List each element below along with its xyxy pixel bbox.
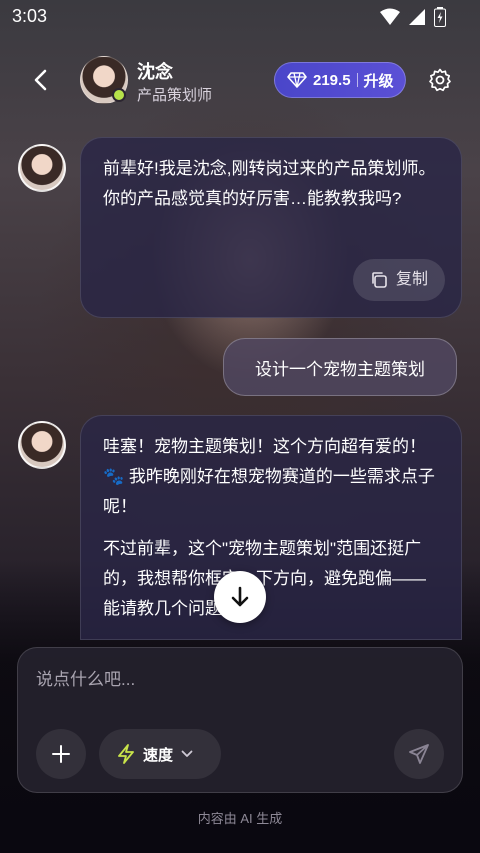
plus-icon <box>52 745 70 763</box>
signal-icon <box>409 9 425 25</box>
ai-message-bubble: 哇塞！宠物主题策划！这个方向超有爱的！🐾 我昨晚刚好在想宠物赛道的一些需求点子呢… <box>80 415 462 640</box>
user-message-bubble: 设计一个宠物主题策划 <box>223 338 457 396</box>
chevron-down-icon <box>181 750 193 757</box>
diamond-icon <box>287 72 307 88</box>
copy-button[interactable]: 复制 <box>353 259 445 301</box>
lightning-icon <box>118 744 134 764</box>
message-text: 设计一个宠物主题策划 <box>255 359 425 379</box>
coins-balance: 219.5 <box>313 71 351 89</box>
battery-icon <box>434 7 446 27</box>
message-paragraph: 不过前辈，这个"宠物主题策划"范围还挺广的，我想帮你框定一下方向，避免跑偏——能… <box>103 539 426 618</box>
status-time: 3:03 <box>12 6 48 26</box>
status-bar: 3:03 <box>0 0 480 34</box>
ai-message-bubble: 前辈好!我是沈念,刚转岗过来的产品策划师。你的产品感觉真的好厉害…能教教我吗? … <box>80 137 462 318</box>
message-text: 前辈好!我是沈念,刚转岗过来的产品策划师。你的产品感觉真的好厉害…能教教我吗? <box>103 159 436 208</box>
message-paragraph: 哇塞！宠物主题策划！这个方向超有爱的！🐾 我昨晚刚好在想宠物赛道的一些需求点子呢… <box>103 437 435 516</box>
chat-header: 沈念 产品策划师 219.5 升级 <box>0 44 480 116</box>
arrow-down-icon <box>231 586 249 607</box>
send-icon <box>409 744 429 764</box>
character-name: 沈念 <box>137 62 173 82</box>
upgrade-label: 升级 <box>363 72 394 90</box>
coins-upgrade-button[interactable]: 219.5 升级 <box>274 62 406 98</box>
online-status-dot <box>112 88 126 102</box>
add-attachment-button[interactable] <box>36 729 86 779</box>
ai-message-avatar[interactable] <box>18 421 66 469</box>
copy-label: 复制 <box>395 271 428 288</box>
back-arrow-icon <box>34 69 47 91</box>
ai-generated-notice: 内容由 AI 生成 <box>197 811 283 826</box>
settings-button[interactable] <box>428 68 452 92</box>
message-input[interactable] <box>36 666 436 694</box>
character-role: 产品策划师 <box>137 87 213 104</box>
speed-label: 速度 <box>143 746 174 764</box>
wifi-icon <box>380 8 400 25</box>
copy-icon <box>372 272 387 288</box>
gear-icon <box>429 68 451 92</box>
back-button[interactable] <box>26 66 54 94</box>
status-icons <box>380 7 446 27</box>
speed-selector[interactable]: 速度 <box>99 729 221 779</box>
send-button[interactable] <box>394 729 444 779</box>
divider <box>356 73 358 87</box>
scroll-to-bottom-button[interactable] <box>214 571 266 623</box>
ai-message-avatar[interactable] <box>18 144 66 192</box>
composer-panel: 速度 <box>17 647 463 793</box>
